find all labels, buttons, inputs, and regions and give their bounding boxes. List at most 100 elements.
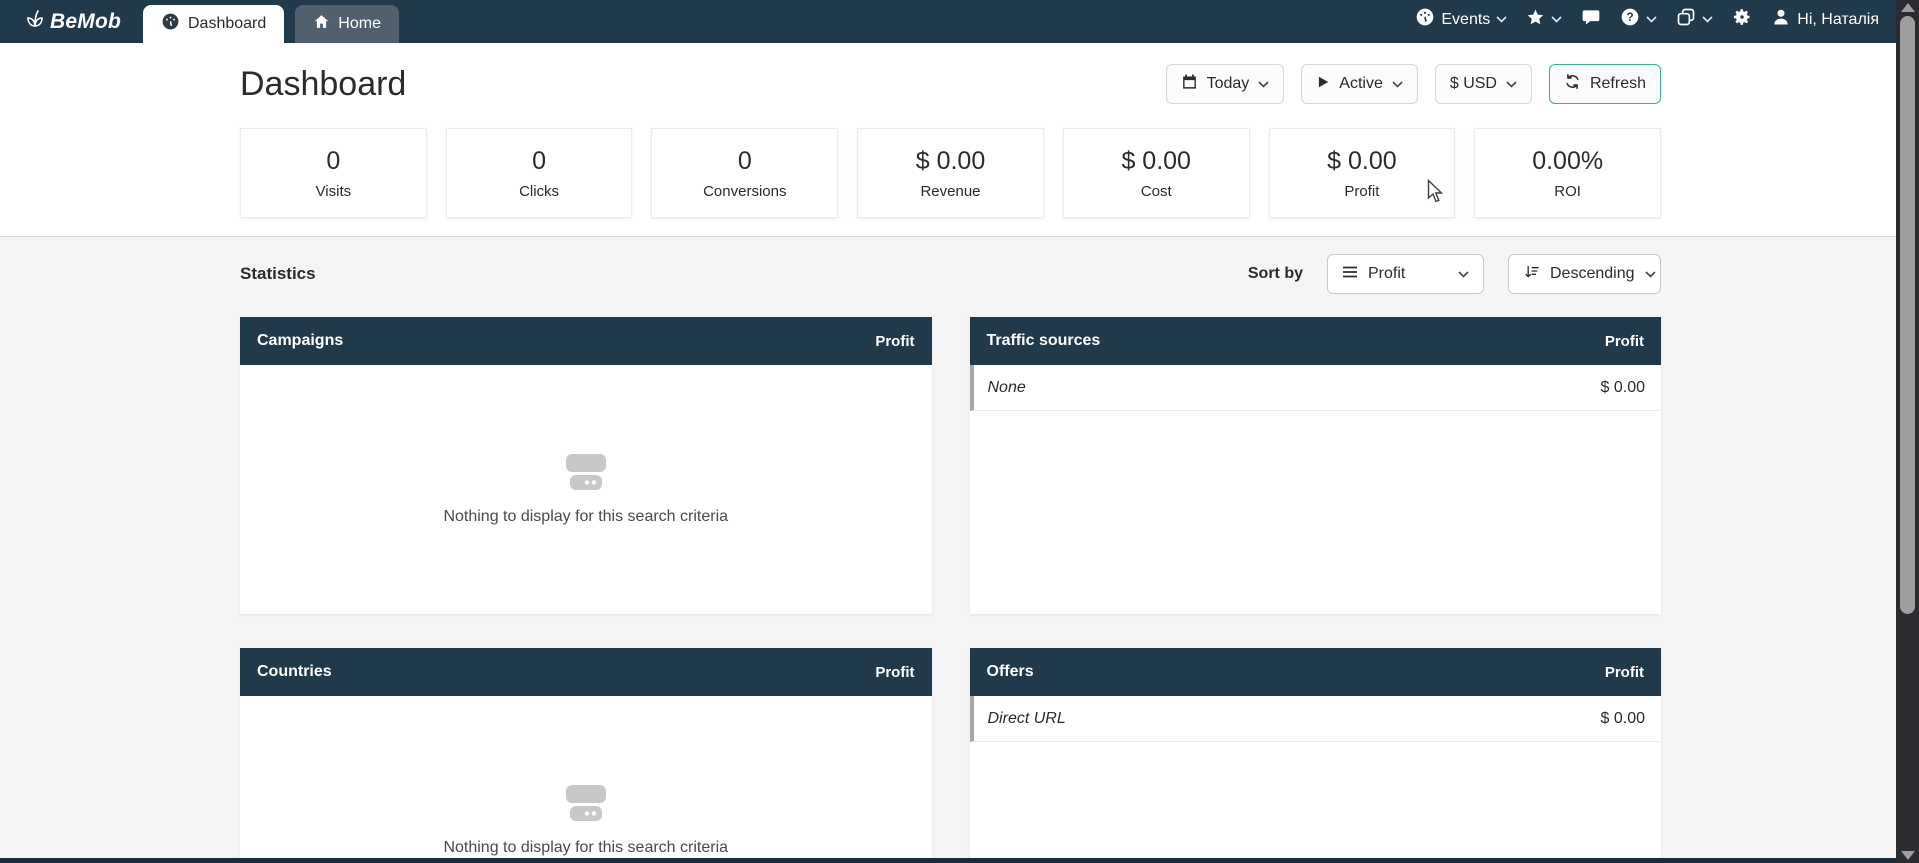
chevron-down-icon bbox=[1496, 16, 1507, 23]
date-range-label: Today bbox=[1207, 75, 1250, 93]
stat-value: $ 0.00 bbox=[1327, 147, 1397, 176]
user-menu[interactable]: Hi, Наталія bbox=[1771, 7, 1879, 32]
status-filter-button[interactable]: Active bbox=[1301, 64, 1418, 104]
tab-home[interactable]: Home bbox=[295, 5, 399, 43]
currency-button[interactable]: $ USD bbox=[1435, 64, 1532, 104]
list-icon bbox=[1342, 265, 1358, 283]
empty-data-icon bbox=[563, 453, 609, 496]
question-icon: ? bbox=[1620, 7, 1640, 32]
chevron-down-icon bbox=[1646, 16, 1657, 23]
chevron-down-icon bbox=[1645, 271, 1656, 278]
stat-label: Visits bbox=[316, 183, 352, 200]
stat-value: 0 bbox=[532, 147, 546, 176]
scrollbar-thumb[interactable] bbox=[1900, 16, 1915, 614]
bemob-logo[interactable]: BeMob bbox=[25, 0, 121, 43]
help-menu[interactable]: ? bbox=[1620, 7, 1657, 32]
scroll-down-arrow[interactable] bbox=[1901, 851, 1915, 860]
brand-name: BeMob bbox=[50, 10, 121, 34]
stat-card-roi: 0.00% ROI bbox=[1474, 128, 1661, 218]
refresh-label: Refresh bbox=[1590, 75, 1646, 93]
stat-label: ROI bbox=[1554, 183, 1581, 200]
panel-title: Countries bbox=[257, 663, 332, 681]
settings-button[interactable] bbox=[1732, 7, 1752, 32]
gear-icon bbox=[1732, 7, 1752, 32]
dashboard-header-section: Dashboard Today bbox=[0, 43, 1919, 236]
chevron-down-icon bbox=[1458, 271, 1469, 278]
svg-text:?: ? bbox=[1627, 11, 1634, 24]
panel-title: Traffic sources bbox=[987, 332, 1101, 350]
navbar-right: Events ? bbox=[1415, 0, 1879, 43]
panel-header: Traffic sources Profit bbox=[970, 317, 1662, 365]
calendar-icon bbox=[1181, 73, 1198, 95]
stats-cards-row: 0 Visits 0 Clicks 0 Conversions $ 0.00 R… bbox=[240, 128, 1661, 218]
statistics-section: Statistics Sort by Profit bbox=[0, 236, 1919, 863]
stat-value: 0.00% bbox=[1532, 147, 1603, 176]
chat-icon bbox=[1581, 7, 1601, 32]
status-filter-label: Active bbox=[1339, 75, 1383, 93]
sort-field-select[interactable]: Profit bbox=[1327, 254, 1484, 294]
empty-state-text: Nothing to display for this search crite… bbox=[443, 508, 728, 526]
panels-grid: Campaigns Profit Nothing to display for … bbox=[240, 317, 1661, 863]
panel-header: Countries Profit bbox=[240, 648, 932, 696]
bemob-logo-icon bbox=[25, 9, 45, 34]
stat-card-revenue: $ 0.00 Revenue bbox=[857, 128, 1044, 218]
sort-by-label: Sort by bbox=[1248, 265, 1303, 283]
stat-card-profit: $ 0.00 Profit bbox=[1269, 128, 1456, 218]
user-icon bbox=[1771, 7, 1791, 32]
chevron-down-icon bbox=[1702, 16, 1713, 23]
stat-label: Conversions bbox=[703, 183, 786, 200]
panel-metric-label: Profit bbox=[1605, 664, 1644, 681]
panel-header: Offers Profit bbox=[970, 648, 1662, 696]
row-value: $ 0.00 bbox=[1601, 379, 1645, 397]
events-menu[interactable]: Events bbox=[1415, 7, 1507, 32]
stat-card-conversions: 0 Conversions bbox=[651, 128, 838, 218]
sort-field-value: Profit bbox=[1368, 265, 1448, 283]
chevron-down-icon bbox=[1392, 81, 1403, 88]
statistics-heading: Statistics bbox=[240, 264, 316, 284]
stat-label: Revenue bbox=[920, 183, 980, 200]
scroll-up-arrow[interactable] bbox=[1901, 3, 1915, 12]
sort-descending-icon bbox=[1523, 264, 1540, 285]
top-navbar: BeMob Dashboard Home bbox=[0, 0, 1919, 43]
date-range-button[interactable]: Today bbox=[1166, 64, 1285, 104]
chat-button[interactable] bbox=[1581, 7, 1601, 32]
dashboard-gauge-icon bbox=[161, 12, 180, 36]
currency-label: $ USD bbox=[1450, 75, 1497, 93]
page-title: Dashboard bbox=[240, 65, 406, 104]
chevron-down-icon bbox=[1551, 16, 1562, 23]
panel-body: Direct URL $ 0.00 bbox=[970, 696, 1662, 863]
empty-data-icon bbox=[563, 784, 609, 827]
stat-value: 0 bbox=[738, 147, 752, 176]
chevron-down-icon bbox=[1258, 81, 1269, 88]
tab-dashboard[interactable]: Dashboard bbox=[143, 5, 284, 43]
panel-title: Campaigns bbox=[257, 332, 343, 350]
navbar-left: BeMob Dashboard Home bbox=[0, 0, 410, 43]
stat-label: Profit bbox=[1344, 183, 1379, 200]
stat-card-clicks: 0 Clicks bbox=[446, 128, 633, 218]
panel-offers: Offers Profit Direct URL $ 0.00 bbox=[970, 648, 1662, 863]
stat-label: Clicks bbox=[519, 183, 559, 200]
panel-traffic-sources: Traffic sources Profit None $ 0.00 bbox=[970, 317, 1662, 614]
panel-title: Offers bbox=[987, 663, 1034, 681]
events-label: Events bbox=[1441, 11, 1490, 29]
vertical-scrollbar[interactable] bbox=[1896, 0, 1919, 863]
row-name: Direct URL bbox=[988, 710, 1066, 728]
panel-metric-label: Profit bbox=[875, 333, 914, 350]
table-row[interactable]: None $ 0.00 bbox=[970, 365, 1662, 411]
refresh-button[interactable]: Refresh bbox=[1549, 64, 1661, 104]
panel-header: Campaigns Profit bbox=[240, 317, 932, 365]
chevron-down-icon bbox=[1506, 81, 1517, 88]
row-name: None bbox=[988, 379, 1026, 397]
stat-label: Cost bbox=[1141, 183, 1172, 200]
table-row[interactable]: Direct URL $ 0.00 bbox=[970, 696, 1662, 742]
home-icon bbox=[313, 13, 330, 35]
toolbar: Today Active $ USD bbox=[1166, 64, 1661, 104]
panel-metric-label: Profit bbox=[875, 664, 914, 681]
sort-direction-select[interactable]: Descending bbox=[1508, 254, 1661, 294]
user-greeting: Hi, Наталія bbox=[1797, 11, 1879, 29]
stat-card-visits: 0 Visits bbox=[240, 128, 427, 218]
stat-value: $ 0.00 bbox=[916, 147, 986, 176]
favorites-menu[interactable] bbox=[1526, 8, 1562, 32]
stat-value: $ 0.00 bbox=[1121, 147, 1191, 176]
workspaces-menu[interactable] bbox=[1676, 7, 1713, 32]
